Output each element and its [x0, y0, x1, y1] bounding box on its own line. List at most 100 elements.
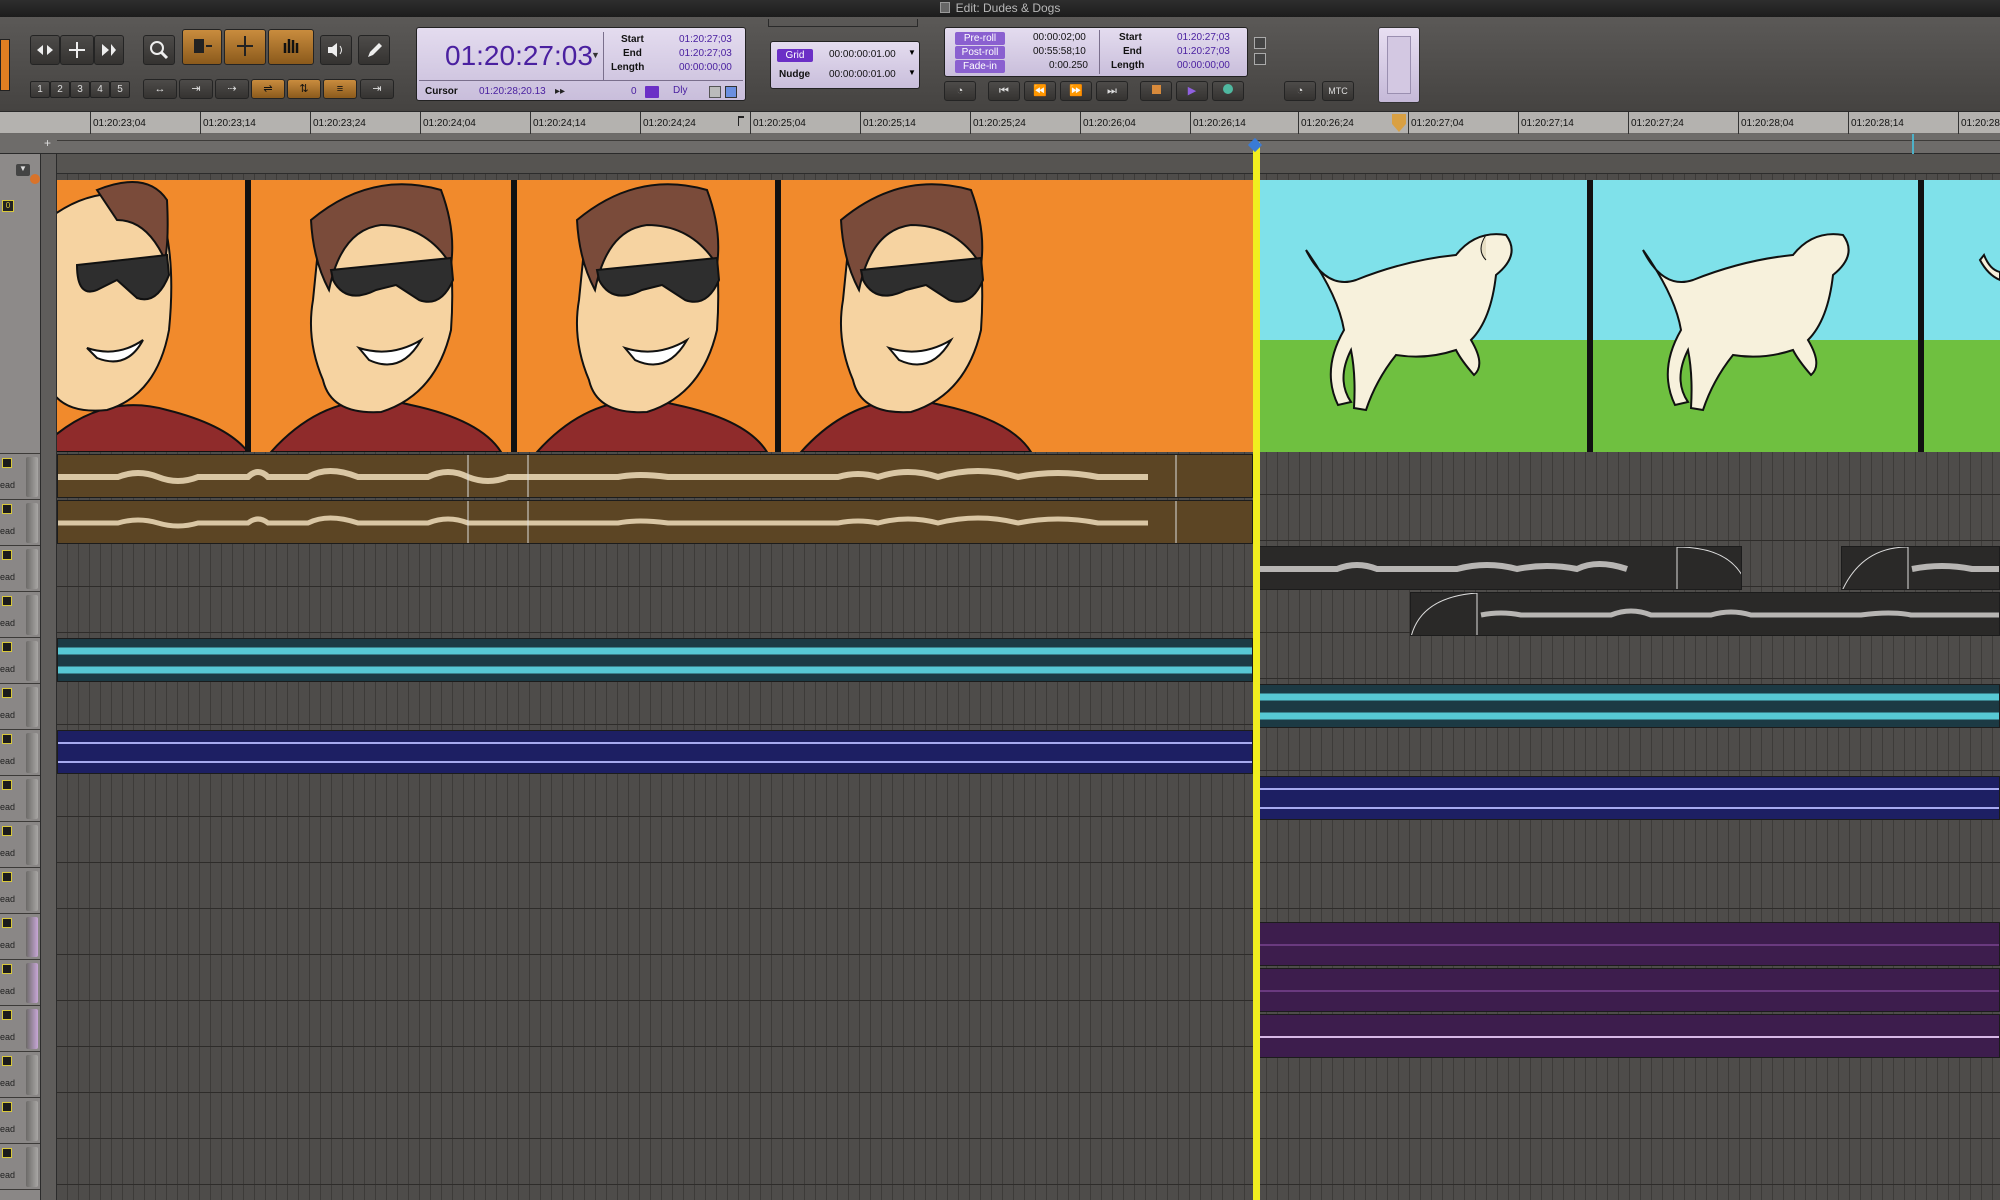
automation-mode-label[interactable]: ead [0, 1170, 15, 1180]
go-to-start-button[interactable]: ⏮ [988, 81, 1020, 101]
automation-mode-label[interactable]: ead [0, 802, 15, 812]
length-value[interactable]: 00:00:00;00 [679, 62, 732, 73]
go-to-end-button[interactable]: ⏭ [1096, 81, 1128, 101]
aux-clip-blue-2[interactable] [1256, 776, 2000, 820]
nudge-value[interactable]: 00:00:00:01.00 [829, 69, 896, 80]
timecode-ruler[interactable]: 01:20:23;04 01:20:23;14 01:20:23;24 01:2… [0, 112, 2000, 134]
track-header[interactable]: ead [0, 730, 40, 776]
pencil-tool-button[interactable] [358, 35, 390, 65]
ruler-flag-icon[interactable] [738, 116, 744, 126]
transport-length-value[interactable]: 00:00:00;00 [1177, 60, 1230, 71]
automation-mode-label[interactable]: ead [0, 940, 15, 950]
rewind-button[interactable]: ⏪ [1024, 81, 1056, 101]
audio-clip-dog-2[interactable] [1841, 546, 2000, 590]
zoom-tool-button[interactable] [143, 35, 175, 65]
track-header[interactable]: ead [0, 592, 40, 638]
track-header[interactable]: ead [0, 1144, 40, 1190]
grid-dropdown-icon[interactable]: ▼ [908, 48, 916, 57]
fadein-button[interactable]: Fade-in [955, 60, 1005, 73]
track-header[interactable]: ead [0, 500, 40, 546]
delay-compensation-icon[interactable] [645, 86, 659, 98]
slip-mode-button[interactable] [60, 35, 94, 65]
midi-toggle-icon[interactable] [725, 86, 737, 98]
grid-value[interactable]: 00:00:00:01.00 [829, 49, 896, 60]
aux-clip-purple-3[interactable] [1256, 1014, 2000, 1058]
track-header[interactable]: ead [0, 960, 40, 1006]
counter-dropdown-icon[interactable]: ▼ [591, 50, 600, 60]
video-track-header[interactable]: 0 ▼ [0, 154, 40, 454]
track-header[interactable]: ead [0, 638, 40, 684]
track-header[interactable]: ead [0, 1006, 40, 1052]
audio-clip-dog-3[interactable] [1410, 592, 2000, 636]
edit-group-4-button[interactable]: 4 [90, 81, 110, 98]
track-header[interactable]: ead [0, 776, 40, 822]
video-clip-dogs[interactable] [1256, 180, 2000, 452]
nudge-dropdown-icon[interactable]: ▼ [908, 68, 916, 77]
mtc-button[interactable]: MTC [1322, 81, 1354, 101]
track-header[interactable]: ead [0, 546, 40, 592]
spot-mode-button[interactable] [94, 35, 124, 65]
grabber-tool-button[interactable] [268, 29, 314, 65]
insertion-follows-button[interactable]: ⇅ [287, 79, 321, 99]
scrubber-tool-button[interactable] [320, 35, 352, 65]
mirror-midi-button[interactable]: ⇌ [251, 79, 285, 99]
track-select-icon[interactable] [2, 688, 12, 698]
automation-mode-label[interactable]: ead [0, 526, 15, 536]
edit-group-1-button[interactable]: 1 [30, 81, 50, 98]
preroll-button[interactable]: Pre-roll [955, 32, 1005, 45]
track-select-icon[interactable] [2, 504, 12, 514]
automation-mode-label[interactable]: ead [0, 894, 15, 904]
track-select-icon[interactable] [2, 734, 12, 744]
track-select-icon[interactable] [2, 918, 12, 928]
automation-mode-label[interactable]: ead [0, 618, 15, 628]
audio-clip-dialog-1[interactable] [57, 454, 1253, 498]
play-button[interactable]: ▶ [1176, 81, 1208, 101]
automation-mode-label[interactable]: ead [0, 1032, 15, 1042]
automation-mode-label[interactable]: ead [0, 848, 15, 858]
transport-start-value[interactable]: 01:20:27;03 [1177, 32, 1230, 43]
zoom-toggle-button[interactable]: ≡ [323, 79, 357, 99]
trim-tool-button[interactable] [182, 29, 222, 65]
music-clip-2[interactable] [1256, 684, 2000, 728]
track-select-icon[interactable] [2, 550, 12, 560]
link-timeline-button[interactable]: ⇥ [179, 79, 213, 99]
preroll-value[interactable]: 00:00:02;00 [1033, 32, 1086, 43]
edit-group-2-button[interactable]: 2 [50, 81, 70, 98]
aux-clip-purple-2[interactable] [1256, 968, 2000, 1012]
fadein-value[interactable]: 0:00.250 [1049, 60, 1088, 71]
transport-collapse-toggle[interactable] [1254, 53, 1266, 65]
start-value[interactable]: 01:20:27;03 [679, 34, 732, 45]
transport-expand-toggle[interactable] [1254, 37, 1266, 49]
track-view-toggle[interactable]: ▼ [16, 164, 30, 176]
edit-group-3-button[interactable]: 3 [70, 81, 90, 98]
track-select-icon[interactable] [2, 1056, 12, 1066]
automation-mode-label[interactable]: ead [0, 1124, 15, 1134]
audio-clip-dialog-2[interactable] [57, 500, 1253, 544]
track-header[interactable]: ead [0, 914, 40, 960]
automation-mode-label[interactable]: ead [0, 664, 15, 674]
track-select-icon[interactable] [2, 458, 12, 468]
track-select-icon[interactable] [2, 826, 12, 836]
track-header[interactable]: ead [0, 822, 40, 868]
track-select-icon[interactable] [2, 596, 12, 606]
scroll-button[interactable]: ⇥ [360, 79, 394, 99]
track-select-icon[interactable] [2, 780, 12, 790]
dly-toggle-icon[interactable] [709, 86, 721, 98]
track-select-icon[interactable] [2, 1102, 12, 1112]
track-select-icon[interactable] [2, 642, 12, 652]
automation-mode-label[interactable]: ead [0, 756, 15, 766]
end-value[interactable]: 01:20:27;03 [679, 48, 732, 59]
video-track-record-icon[interactable]: 0 [2, 200, 14, 212]
track-select-icon[interactable] [2, 872, 12, 882]
add-marker-icon[interactable]: + [44, 136, 51, 150]
sync-online-button[interactable]: ◔ [1284, 81, 1316, 101]
automation-mode-label[interactable]: ead [0, 1078, 15, 1088]
track-select-icon[interactable] [2, 1148, 12, 1158]
cue-marker-icon[interactable] [1392, 114, 1406, 132]
track-select-icon[interactable] [2, 1010, 12, 1020]
track-select-icon[interactable] [2, 964, 12, 974]
automation-mode-label[interactable]: ead [0, 986, 15, 996]
music-clip-1[interactable] [57, 638, 1253, 682]
track-scroll-gutter[interactable] [40, 154, 57, 1200]
tab-to-transients-button[interactable]: ↔ [143, 79, 177, 99]
